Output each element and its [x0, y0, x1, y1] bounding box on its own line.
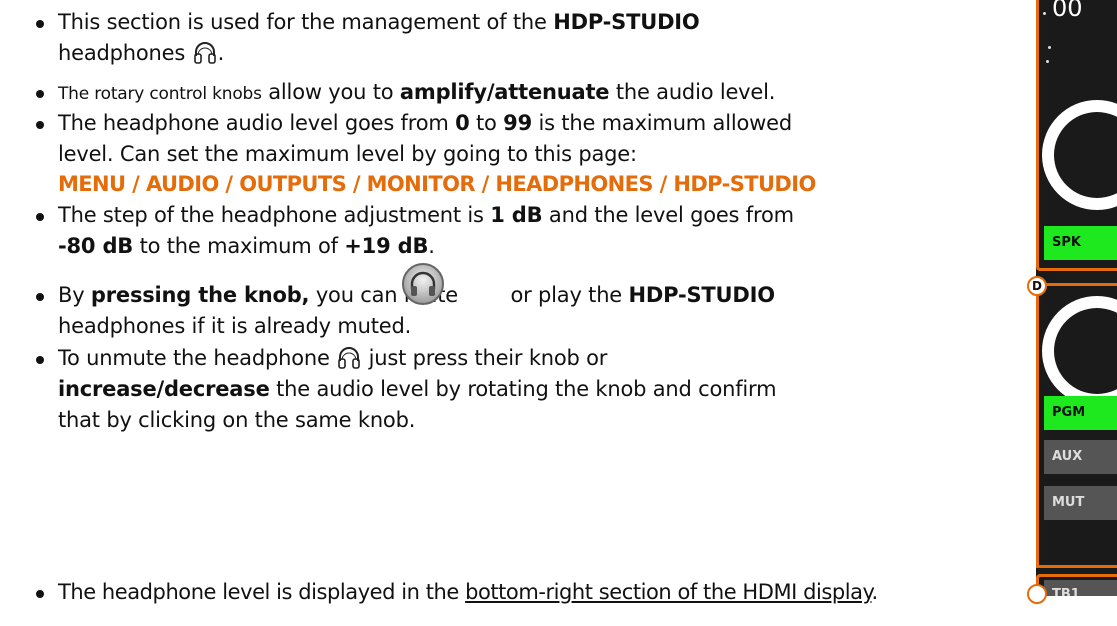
bullet-4-line-1: The step of the headphone adjustment is …	[58, 203, 794, 227]
headphones-icon	[336, 344, 362, 377]
bullet-2-line-1: The rotary control knobs allow you to am…	[58, 80, 776, 104]
bullet-6-line-3: that by clicking on the same knob.	[58, 408, 416, 432]
bullet-marker	[36, 293, 44, 301]
mute-button[interactable]: MUT	[1044, 486, 1117, 520]
hdmi-display-panel: 00 SPK PGM AUX MUT TB1	[1036, 0, 1117, 596]
bullet-1-line-1: This section is used for the management …	[58, 10, 700, 34]
pgm-button[interactable]: PGM	[1044, 396, 1117, 430]
tb1-button[interactable]: TB1	[1044, 580, 1117, 596]
bullet-marker	[36, 213, 44, 221]
bullet-1-line-2: headphones .	[58, 39, 224, 72]
document-page: This section is used for the management …	[0, 0, 1117, 626]
bullet-marker	[36, 20, 44, 28]
bullet-3-line-1: The headphone audio level goes from 0 to…	[58, 111, 792, 135]
callout-marker-d: D	[1027, 276, 1047, 296]
headphones-icon	[192, 39, 218, 72]
bullet-5-line-2: headphones if it is already muted.	[58, 314, 412, 338]
aux-button[interactable]: AUX	[1044, 440, 1117, 474]
bullet-marker	[36, 90, 44, 98]
bullet-marker	[36, 590, 44, 598]
spk-button[interactable]: SPK	[1044, 226, 1117, 260]
bullet-marker	[36, 121, 44, 129]
bullet-7-line-1: The headphone level is displayed in the …	[58, 580, 878, 604]
bullet-marker	[36, 356, 44, 364]
bullet-4-line-2: -80 dB to the maximum of +19 dB.	[58, 234, 435, 258]
headphones-mute-icon	[401, 262, 445, 310]
bullet-6-line-2: increase/decrease the audio level by rot…	[58, 377, 777, 401]
menu-path: MENU / AUDIO / OUTPUTS / MONITOR / HEADP…	[58, 172, 816, 196]
bullet-6-line-1: To unmute the headphone just press their…	[58, 344, 607, 377]
bullet-3-line-2: level. Can set the maximum level by goin…	[58, 142, 637, 166]
callout-marker-bottom	[1027, 584, 1047, 604]
